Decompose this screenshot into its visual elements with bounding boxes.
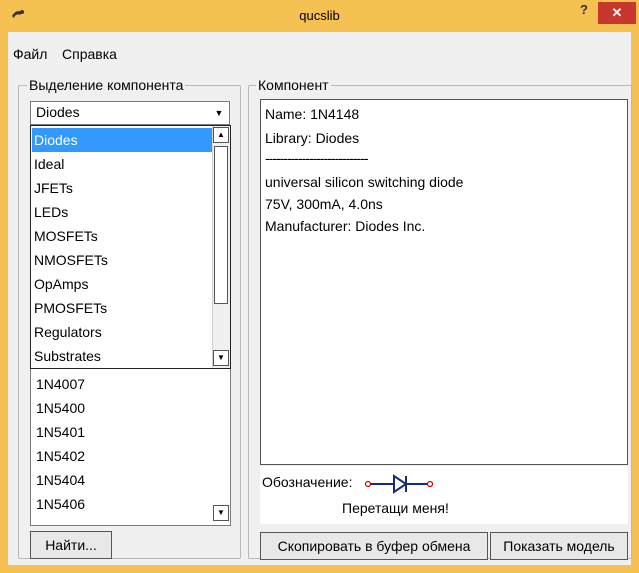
window-frame-left (0, 32, 8, 573)
dropdown-item[interactable]: LEDs (34, 200, 212, 224)
copy-to-clipboard-button[interactable]: Скопировать в буфер обмена (260, 532, 488, 560)
close-button[interactable]: ✕ (598, 2, 636, 24)
library-combobox-value: Diodes (36, 104, 80, 120)
list-item[interactable]: 1N5406 (36, 496, 85, 512)
info-line: Manufacturer: Diodes Inc. (265, 218, 426, 234)
info-line: Library: Diodes (265, 130, 360, 146)
info-separator: ---------------------------- (265, 150, 369, 166)
help-button[interactable]: ? (574, 2, 594, 22)
diode-symbol-icon[interactable] (362, 472, 436, 496)
list-scroll-down-button[interactable]: ▼ (213, 505, 229, 521)
window-frame-bottom (0, 565, 639, 573)
dropdown-item[interactable]: Regulators (34, 320, 212, 344)
list-item[interactable]: 1N5400 (36, 400, 85, 416)
drag-hint: Перетащи меня! (342, 500, 449, 516)
info-line: Name: 1N4148 (265, 106, 360, 122)
info-line: universal silicon switching diode (265, 174, 464, 190)
list-item[interactable]: 1N5401 (36, 424, 85, 440)
component-group-title: Компонент (256, 77, 331, 93)
window-frame-right (631, 32, 639, 573)
dropdown-item[interactable]: JFETs (34, 176, 212, 200)
symbol-label: Обозначение: (262, 474, 353, 490)
dropdown-item[interactable]: Ideal (34, 152, 212, 176)
dropdown-item[interactable]: OpAmps (34, 272, 212, 296)
scroll-thumb[interactable] (214, 146, 228, 304)
dropdown-item[interactable]: MOSFETs (34, 224, 212, 248)
scroll-up-button[interactable]: ▲ (213, 127, 229, 143)
chevron-down-icon[interactable]: ▼ (212, 106, 226, 120)
menu-file[interactable]: Файл (13, 46, 47, 62)
list-item[interactable]: 1N5402 (36, 448, 85, 464)
find-button[interactable]: Найти... (30, 531, 112, 559)
scroll-down-button[interactable]: ▼ (213, 350, 229, 366)
show-model-button[interactable]: Показать модель (490, 532, 628, 560)
dropdown-item[interactable]: Substrates (34, 344, 212, 368)
selection-group-title: Выделение компонента (27, 77, 186, 93)
info-line: 75V, 300mA, 4.0ns (265, 196, 383, 212)
list-item[interactable]: 1N4007 (36, 376, 85, 392)
dropdown-item-selected[interactable]: Diodes (32, 128, 212, 152)
dropdown-item[interactable]: PMOSFETs (34, 296, 212, 320)
window-title: qucslib (299, 8, 340, 23)
list-item[interactable]: 1N5404 (36, 472, 85, 488)
menu-help[interactable]: Справка (62, 46, 117, 62)
dropdown-item[interactable]: NMOSFETs (34, 248, 212, 272)
